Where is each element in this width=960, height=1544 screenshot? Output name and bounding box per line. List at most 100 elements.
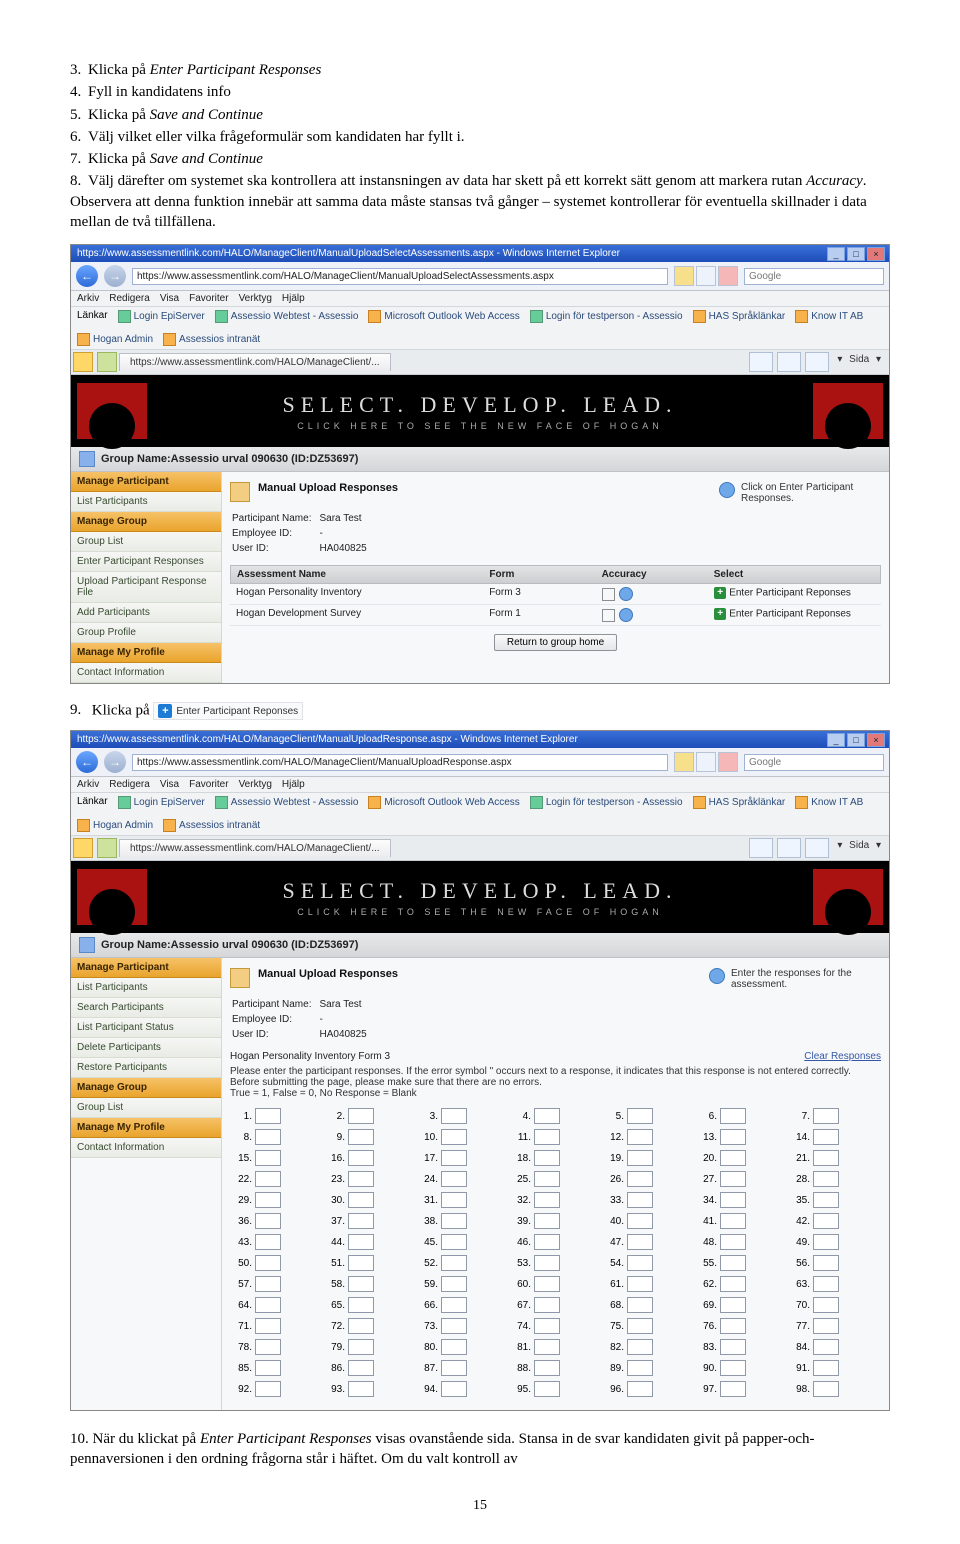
menu-bar[interactable]: ArkivRedigeraVisaFavoriterVerktygHjälp bbox=[71, 777, 889, 793]
sidebar-search-participants[interactable]: Search Participants bbox=[71, 998, 221, 1018]
sidebar-delete-participants[interactable]: Delete Participants bbox=[71, 1038, 221, 1058]
response-input[interactable] bbox=[348, 1192, 374, 1208]
home-icon[interactable] bbox=[749, 352, 773, 372]
response-input[interactable] bbox=[813, 1213, 839, 1229]
response-input[interactable] bbox=[534, 1318, 560, 1334]
enter-responses-link[interactable]: Enter Participant Reponses bbox=[729, 588, 851, 599]
response-input[interactable] bbox=[255, 1108, 281, 1124]
sidebar-restore-participants[interactable]: Restore Participants bbox=[71, 1058, 221, 1078]
response-input[interactable] bbox=[720, 1297, 746, 1313]
sidebar-contact-info[interactable]: Contact Information bbox=[71, 663, 221, 683]
response-input[interactable] bbox=[441, 1255, 467, 1271]
response-input[interactable] bbox=[720, 1318, 746, 1334]
response-input[interactable] bbox=[441, 1213, 467, 1229]
response-input[interactable] bbox=[720, 1192, 746, 1208]
link-hogan-admin[interactable]: Hogan Admin bbox=[77, 333, 153, 346]
feeds-icon[interactable] bbox=[777, 352, 801, 372]
response-input[interactable] bbox=[813, 1255, 839, 1271]
sidebar-group-list[interactable]: Group List bbox=[71, 1098, 221, 1118]
sidebar-upload-file[interactable]: Upload Participant Response File bbox=[71, 572, 221, 603]
response-input[interactable] bbox=[534, 1150, 560, 1166]
close-button[interactable]: × bbox=[867, 733, 885, 747]
response-input[interactable] bbox=[534, 1234, 560, 1250]
close-button[interactable]: × bbox=[867, 247, 885, 261]
feeds-icon[interactable] bbox=[777, 838, 801, 858]
response-input[interactable] bbox=[627, 1360, 653, 1376]
max-button[interactable]: □ bbox=[847, 733, 865, 747]
help-icon[interactable] bbox=[619, 587, 633, 601]
sidebar-list-participants[interactable]: List Participants bbox=[71, 492, 221, 512]
plus-icon[interactable]: + bbox=[714, 608, 726, 620]
response-input[interactable] bbox=[720, 1234, 746, 1250]
response-input[interactable] bbox=[720, 1381, 746, 1397]
address-bar[interactable]: https://www.assessmentlink.com/HALO/Mana… bbox=[132, 754, 668, 771]
response-input[interactable] bbox=[255, 1213, 281, 1229]
refresh-icon[interactable] bbox=[696, 266, 716, 286]
response-input[interactable] bbox=[255, 1339, 281, 1355]
link-assessio-webtest[interactable]: Assessio Webtest - Assessio bbox=[215, 796, 359, 809]
sidebar-enter-responses[interactable]: Enter Participant Responses bbox=[71, 552, 221, 572]
link-testperson[interactable]: Login för testperson - Assessio bbox=[530, 310, 683, 323]
response-input[interactable] bbox=[348, 1213, 374, 1229]
hogan-banner[interactable]: SELECT. DEVELOP. LEAD. CLICK HERE TO SEE… bbox=[71, 375, 889, 447]
response-input[interactable] bbox=[441, 1171, 467, 1187]
link-knowit[interactable]: Know IT AB bbox=[795, 796, 863, 809]
response-input[interactable] bbox=[534, 1360, 560, 1376]
browser-tab[interactable]: https://www.assessmentlink.com/HALO/Mana… bbox=[119, 839, 391, 857]
response-input[interactable] bbox=[348, 1276, 374, 1292]
response-input[interactable] bbox=[348, 1360, 374, 1376]
sidebar-contact-info[interactable]: Contact Information bbox=[71, 1138, 221, 1158]
response-input[interactable] bbox=[441, 1150, 467, 1166]
address-bar[interactable]: https://www.assessmentlink.com/HALO/Mana… bbox=[132, 268, 668, 285]
response-input[interactable] bbox=[348, 1318, 374, 1334]
add-favorite-icon[interactable] bbox=[97, 838, 117, 858]
response-input[interactable] bbox=[348, 1255, 374, 1271]
response-input[interactable] bbox=[255, 1234, 281, 1250]
response-input[interactable] bbox=[441, 1360, 467, 1376]
link-has[interactable]: HAS Språklänkar bbox=[693, 796, 786, 809]
add-favorite-icon[interactable] bbox=[97, 352, 117, 372]
response-input[interactable] bbox=[720, 1150, 746, 1166]
back-button[interactable]: ← bbox=[76, 265, 98, 287]
link-knowit[interactable]: Know IT AB bbox=[795, 310, 863, 323]
print-icon[interactable] bbox=[805, 352, 829, 372]
response-input[interactable] bbox=[348, 1129, 374, 1145]
response-input[interactable] bbox=[348, 1171, 374, 1187]
search-input[interactable]: Google bbox=[744, 268, 884, 285]
link-hogan-admin[interactable]: Hogan Admin bbox=[77, 819, 153, 832]
response-input[interactable] bbox=[441, 1234, 467, 1250]
response-input[interactable] bbox=[348, 1297, 374, 1313]
response-input[interactable] bbox=[627, 1339, 653, 1355]
response-input[interactable] bbox=[534, 1297, 560, 1313]
response-input[interactable] bbox=[255, 1129, 281, 1145]
link-has[interactable]: HAS Språklänkar bbox=[693, 310, 786, 323]
forward-button[interactable]: → bbox=[104, 751, 126, 773]
sidebar-group-list[interactable]: Group List bbox=[71, 532, 221, 552]
response-input[interactable] bbox=[255, 1150, 281, 1166]
home-icon[interactable] bbox=[749, 838, 773, 858]
response-input[interactable] bbox=[348, 1108, 374, 1124]
response-input[interactable] bbox=[441, 1129, 467, 1145]
response-input[interactable] bbox=[720, 1213, 746, 1229]
response-input[interactable] bbox=[627, 1297, 653, 1313]
print-icon[interactable] bbox=[805, 838, 829, 858]
response-input[interactable] bbox=[441, 1339, 467, 1355]
enter-responses-link[interactable]: Enter Participant Reponses bbox=[729, 609, 851, 620]
favorites-icon[interactable] bbox=[73, 352, 93, 372]
response-input[interactable] bbox=[441, 1192, 467, 1208]
response-input[interactable] bbox=[534, 1129, 560, 1145]
favorites-icon[interactable] bbox=[73, 838, 93, 858]
response-input[interactable] bbox=[255, 1360, 281, 1376]
response-input[interactable] bbox=[813, 1234, 839, 1250]
link-episerver[interactable]: Login EpiServer bbox=[118, 796, 205, 809]
response-input[interactable] bbox=[813, 1108, 839, 1124]
response-input[interactable] bbox=[720, 1108, 746, 1124]
response-input[interactable] bbox=[720, 1339, 746, 1355]
response-input[interactable] bbox=[255, 1192, 281, 1208]
stop-icon[interactable] bbox=[718, 266, 738, 286]
response-input[interactable] bbox=[534, 1276, 560, 1292]
response-input[interactable] bbox=[441, 1108, 467, 1124]
menu-bar[interactable]: ArkivRedigeraVisaFavoriterVerktygHjälp bbox=[71, 291, 889, 307]
stop-icon[interactable] bbox=[718, 752, 738, 772]
response-input[interactable] bbox=[627, 1192, 653, 1208]
